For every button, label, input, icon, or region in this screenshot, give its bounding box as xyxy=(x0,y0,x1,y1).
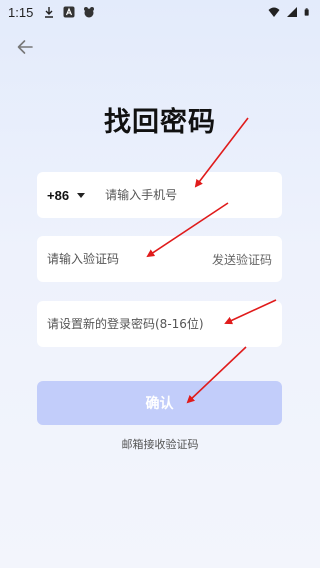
wifi-icon xyxy=(268,7,280,17)
country-code-selector[interactable]: +86 xyxy=(47,187,86,203)
status-bar: 1:15 xyxy=(0,0,320,24)
verification-code-input[interactable] xyxy=(47,252,212,266)
arrow-left-icon xyxy=(17,40,33,54)
page-title: 找回密码 xyxy=(104,107,216,138)
new-password-field xyxy=(37,301,282,347)
confirm-button[interactable]: 确认 xyxy=(37,381,282,425)
email-verification-link[interactable]: 邮箱接收验证码 xyxy=(0,436,320,452)
download-icon xyxy=(45,7,54,18)
phone-field: +86 xyxy=(37,172,282,218)
battery-icon xyxy=(304,8,309,16)
status-icons-left xyxy=(43,6,95,18)
caret-down-icon xyxy=(77,192,86,198)
status-time: 1:15 xyxy=(8,4,34,20)
signal-icon xyxy=(287,7,297,17)
a-app-icon xyxy=(63,6,75,18)
country-code-label: +86 xyxy=(47,187,70,203)
bear-app-icon xyxy=(84,7,95,18)
new-password-input[interactable] xyxy=(47,317,272,331)
verification-code-field: 发送验证码 xyxy=(37,236,282,282)
annotation-arrows xyxy=(146,117,277,404)
send-code-button[interactable]: 发送验证码 xyxy=(212,251,272,268)
status-icons-right xyxy=(268,6,312,18)
back-button[interactable] xyxy=(14,36,36,58)
phone-input[interactable] xyxy=(105,188,272,202)
